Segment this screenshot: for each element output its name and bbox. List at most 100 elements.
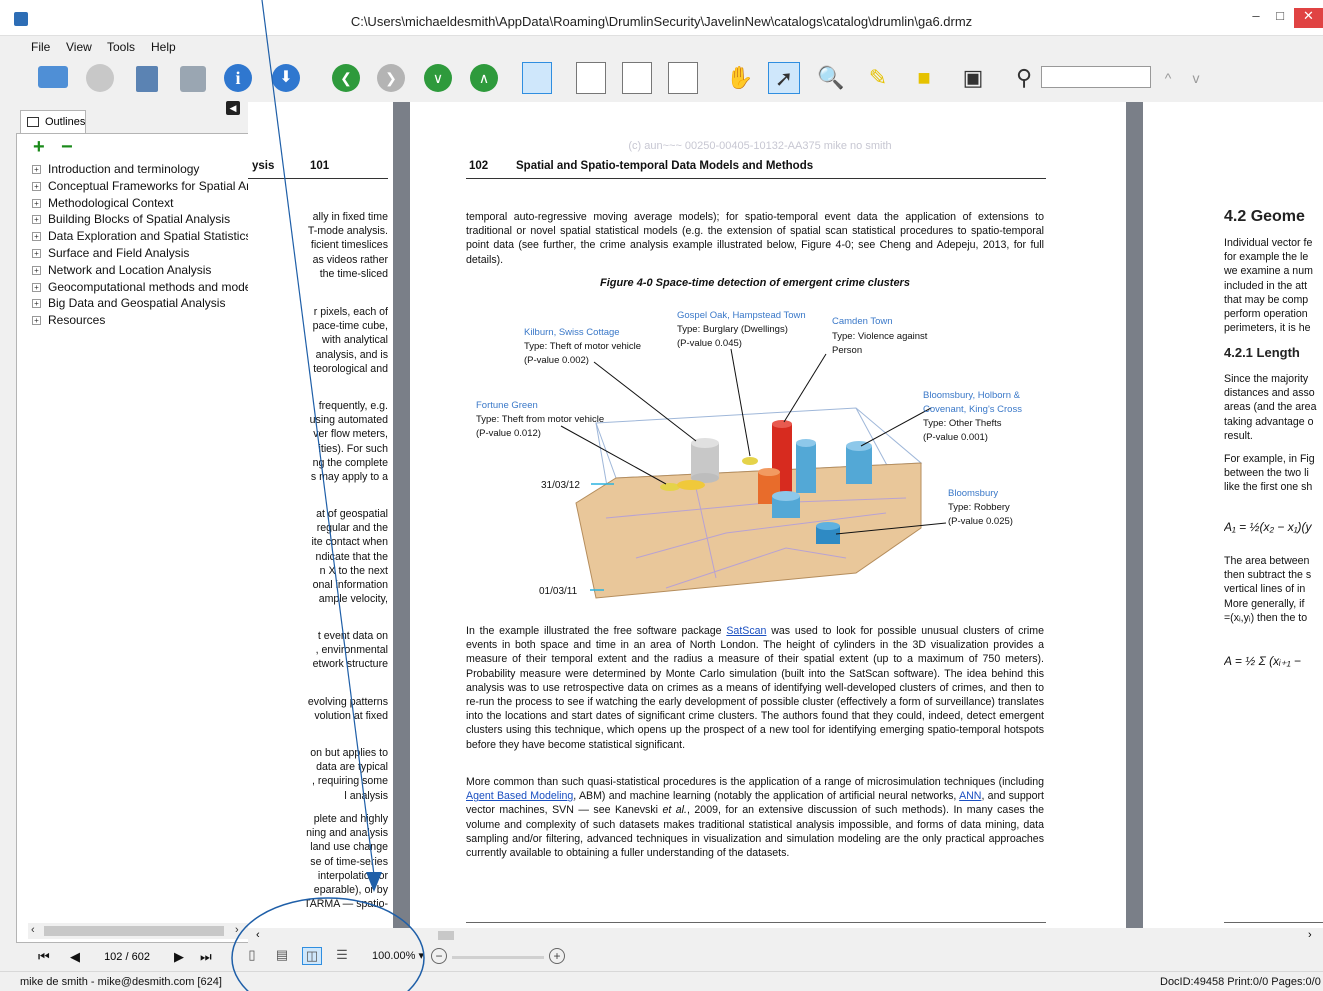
expand-icon[interactable]: + xyxy=(32,198,41,208)
outline-item[interactable]: + Resources xyxy=(28,313,248,330)
zoom-level[interactable]: 100.00% ▾ xyxy=(372,949,424,962)
menu-help[interactable]: Help xyxy=(151,40,176,54)
single-page-icon[interactable]: ▯ xyxy=(242,947,262,965)
expand-icon[interactable]: + xyxy=(32,299,41,309)
folder-icon[interactable] xyxy=(38,66,68,88)
two-page-continuous-icon[interactable]: ☰ xyxy=(332,947,352,965)
collapse-all-button[interactable]: − xyxy=(61,136,73,159)
outline-item[interactable]: + Network and Location Analysis xyxy=(28,263,248,280)
search-input[interactable] xyxy=(1041,66,1151,88)
last-page-icon[interactable]: ∧ xyxy=(470,64,498,92)
single-page-view-icon[interactable] xyxy=(522,62,552,94)
first-page-icon[interactable]: ❮ xyxy=(332,64,360,92)
formula: A = ½ Σ (xᵢ₊₁ − xyxy=(1224,654,1302,668)
page-header: 102 Spatial and Spatio-temporal Data Mod… xyxy=(466,157,1046,179)
close-button[interactable]: ✕ xyxy=(1294,8,1323,28)
download-icon[interactable]: ⬇ xyxy=(272,64,300,92)
previous-page-button[interactable]: ◀ xyxy=(70,949,80,965)
first-page-button[interactable]: ⏮ xyxy=(38,949,50,965)
expand-icon[interactable]: + xyxy=(32,232,41,242)
svg-text:Bloomsbury, Holborn &: Bloomsbury, Holborn & xyxy=(923,390,1021,401)
last-page-button[interactable]: ⏭ xyxy=(200,949,212,965)
next-page-button[interactable]: ▶ xyxy=(174,949,184,965)
status-bar: mike de smith - mike@desmith.com [624] D… xyxy=(0,971,1323,991)
outline-item[interactable]: + Data Exploration and Spatial Statistics xyxy=(28,229,248,246)
paragraph: temporal auto-regressive moving average … xyxy=(466,211,1044,266)
presentation-icon[interactable]: ▣ xyxy=(957,62,989,94)
expand-all-button[interactable]: + xyxy=(33,136,45,159)
text-block: on but applies to data are typical, requi… xyxy=(310,747,388,802)
section-heading: 4.2 Geome xyxy=(1224,210,1305,225)
scroll-left-icon[interactable]: ‹ xyxy=(256,929,260,941)
page-header: ysis 101 xyxy=(248,159,388,179)
scroll-right-icon[interactable]: › xyxy=(1308,929,1312,941)
menu-tools[interactable]: Tools xyxy=(107,40,135,54)
tab-outlines-label: Outlines xyxy=(45,116,86,128)
scroll-left-icon[interactable]: ‹ xyxy=(31,924,35,936)
expand-icon[interactable]: + xyxy=(32,248,41,258)
pointer-icon[interactable]: ➚ xyxy=(768,62,800,94)
expand-icon[interactable]: + xyxy=(32,265,41,275)
info-icon[interactable]: i xyxy=(224,64,252,92)
figure: 31/03/12 01/03/11 Kilburn, Swiss Cottage… xyxy=(466,298,1044,608)
menu-file[interactable]: File xyxy=(31,40,50,54)
crime-cluster-figure: 31/03/12 01/03/11 Kilburn, Swiss Cottage… xyxy=(476,310,1022,599)
text-block: For example, in Fig between the two li lik… xyxy=(1224,453,1315,494)
ann-link[interactable]: ANN xyxy=(959,790,981,802)
continuous-icon[interactable]: ▤ xyxy=(272,947,292,965)
tab-outlines[interactable]: Outlines xyxy=(20,110,86,134)
satscan-link[interactable]: SatScan xyxy=(726,625,766,637)
text-block: The area between then subtract the s verti… xyxy=(1224,555,1312,624)
user-info: mike de smith - mike@desmith.com [624] xyxy=(20,976,222,988)
search-icon: ⚲ xyxy=(1015,65,1033,90)
outline-item[interactable]: +Conceptual Frameworks for Spatial Analy… xyxy=(28,179,248,196)
zoom-region-icon[interactable]: 🔍 xyxy=(815,62,847,94)
outline-item[interactable]: + Big Data and Geospatial Analysis xyxy=(28,296,248,313)
hand-icon[interactable]: ✋ xyxy=(724,62,756,94)
note-icon[interactable]: ■ xyxy=(908,62,940,94)
zoom-out-icon[interactable]: − xyxy=(431,948,447,964)
outline-item[interactable]: + Building Blocks of Spatial Analysis xyxy=(28,212,248,229)
abm-link[interactable]: Agent Based Modeling xyxy=(466,790,573,802)
scrollbar-thumb[interactable] xyxy=(44,926,224,936)
text-block: evolving patterns volution at fixed xyxy=(307,696,388,723)
zoom-slider[interactable] xyxy=(452,956,544,959)
outline-item[interactable]: + Surface and Field Analysis xyxy=(28,246,248,263)
document-scrollbar[interactable]: ‹ › xyxy=(248,928,1323,943)
page-footer-rule xyxy=(466,922,1046,923)
expand-icon[interactable]: + xyxy=(32,316,41,326)
page-indicator[interactable]: 102 / 602 xyxy=(96,948,158,966)
previous-icon[interactable]: ❯ xyxy=(377,64,405,92)
outlines-icon xyxy=(27,117,39,127)
next-icon[interactable]: ∨ xyxy=(424,64,452,92)
save-icon[interactable] xyxy=(180,66,206,92)
highlighter-icon[interactable]: ✎ xyxy=(862,62,894,94)
two-page-icon[interactable]: ◫ xyxy=(302,947,322,965)
maximize-button[interactable]: □ xyxy=(1272,8,1288,28)
bell-icon[interactable] xyxy=(86,64,114,92)
outline-scrollbar[interactable]: ‹ › xyxy=(28,923,248,939)
text-block: Individual vector fe for example the le we… xyxy=(1224,237,1313,335)
collapse-panel-button[interactable]: ◀ xyxy=(226,101,240,115)
search-down-icon[interactable]: v xyxy=(1180,62,1212,94)
fit-width-icon[interactable] xyxy=(622,62,652,94)
expand-icon[interactable]: + xyxy=(32,165,41,174)
expand-icon[interactable]: + xyxy=(32,215,41,225)
document-icon[interactable] xyxy=(136,66,158,92)
fit-page-icon[interactable] xyxy=(576,62,606,94)
page-102: (c) aun~~~ 00250-00405-10132-AA375 mike … xyxy=(410,102,1143,928)
outline-item[interactable]: + Methodological Context xyxy=(28,196,248,213)
expand-icon[interactable]: + xyxy=(32,181,41,191)
menu-view[interactable]: View xyxy=(66,40,92,54)
document-viewer[interactable]: ysis 101 ally in fixed time T-mode analys… xyxy=(248,102,1323,928)
toolbar: i ⬇ ❮ ❯ ∨ ∧ ✋ ➚ 🔍 ✎ ■ ▣ ⚲ ^ v xyxy=(0,56,1323,102)
scroll-right-icon[interactable]: › xyxy=(235,924,239,936)
scrollbar-thumb[interactable] xyxy=(438,931,454,940)
actual-size-icon[interactable] xyxy=(668,62,698,94)
svg-text:(P-value 0.045): (P-value 0.045) xyxy=(677,338,742,349)
expand-icon[interactable]: + xyxy=(32,282,41,292)
outline-item[interactable]: +Geocomputational methods and modelling xyxy=(28,280,248,297)
zoom-in-icon[interactable]: + xyxy=(549,948,565,964)
outline-item[interactable]: + Introduction and terminology xyxy=(28,162,248,179)
minimize-button[interactable]: – xyxy=(1248,8,1264,28)
